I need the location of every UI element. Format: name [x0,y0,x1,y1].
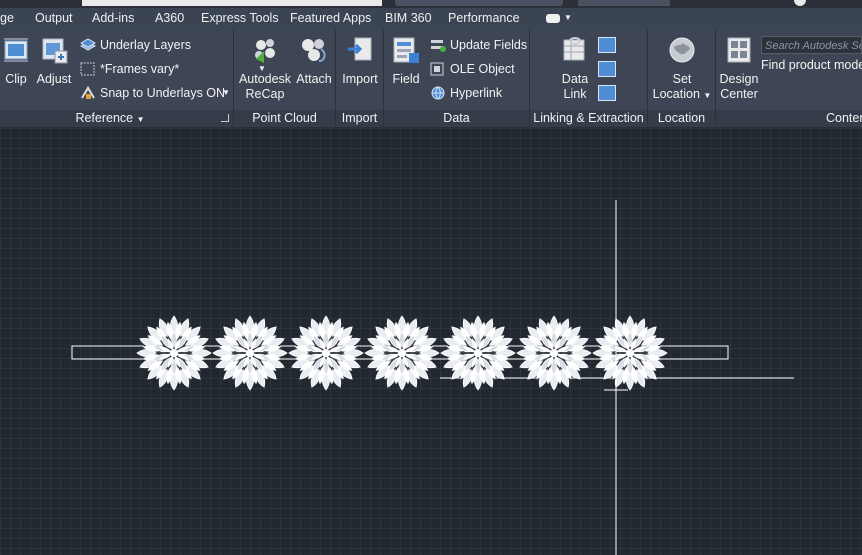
recap-label-line1: Autodesk [238,72,292,86]
tab-performance[interactable]: Performance [448,11,520,25]
tab-a360[interactable]: A360 [155,11,184,25]
data-link-label-line1: Data [561,72,589,86]
ole-object-icon [430,62,444,76]
field-label: Field [392,72,420,86]
recap-label-line2: ReCap [245,87,285,101]
ornament-center [398,349,406,357]
ribbon-minimize-toggle[interactable]: ▼ [546,13,572,25]
ornament-center [246,349,254,357]
field-icon [393,37,419,63]
chevron-down-icon: ▼ [564,13,572,22]
import-label: Import [342,72,378,86]
globe-icon [669,37,695,63]
design-center-icon [727,37,751,63]
clip-button[interactable]: Clip [0,35,32,87]
download-from-source-icon[interactable] [598,85,616,101]
chevron-down-icon: ▼ [703,91,712,100]
set-location-label-line2: Location [652,87,700,101]
lace-ornament[interactable] [364,315,440,391]
ornament-center [626,349,634,357]
attach-point-cloud-button[interactable]: Attach [295,35,333,87]
reference-panel-title[interactable]: Reference ▼ [0,110,220,127]
data-link-icon [563,37,585,61]
frames-vary-label: *Frames vary* [100,62,180,76]
clip-icon [4,38,28,62]
adjust-icon [42,38,68,64]
underlay-layers-label: Underlay Layers [100,38,192,52]
hyperlink-icon [431,86,445,100]
dialog-launcher-icon[interactable] [221,114,229,122]
ornament-center [170,349,178,357]
ornament-center [322,349,330,357]
import-panel-title: Import [341,111,378,125]
tab-featured-apps[interactable]: Featured Apps [290,11,371,25]
snap-to-underlays-label: Snap to Underlays ON [100,86,226,100]
tab-add-ins[interactable]: Add-ins [92,11,134,25]
design-center-label-line1: Design [719,72,759,86]
panel-toggle-icon [546,14,560,23]
lace-ornament[interactable] [136,315,212,391]
tab-output[interactable]: Output [35,11,73,25]
drawing-canvas[interactable] [0,128,862,555]
point-cloud-panel-title: Point Cloud [252,111,317,125]
design-center-label-line2: Center [720,87,758,101]
update-fields-icon [431,40,446,52]
update-fields-label: Update Fields [450,38,528,52]
upload-to-source-icon[interactable] [598,61,616,77]
content-panel-title: Content [826,111,862,125]
location-panel-title: Location [657,111,706,125]
hyperlink-label: Hyperlink [450,86,503,100]
attach-label: Attach [296,72,332,86]
chevron-down-icon: ▼ [222,88,230,97]
window-top-strip [0,0,862,8]
find-product-model-label: Find product model [761,58,862,72]
design-center-button[interactable]: Design Center [718,35,760,102]
data-panel-title: Data [443,111,470,125]
autodesk-seek-search-input[interactable]: Search Autodesk Seek [761,36,862,54]
tab-bim-360[interactable]: BIM 360 [385,11,432,25]
lace-ornament[interactable] [516,315,592,391]
adjust-label: Adjust [36,72,72,86]
adjust-button[interactable]: Adjust [34,35,74,87]
ornament-center [474,349,482,357]
ribbon-tab-bar: ge Output Add-ins A360 Express Tools Fea… [0,8,862,30]
panel-separator [715,30,716,127]
user-signin-strip [578,0,670,6]
lace-ornament[interactable] [212,315,288,391]
ornament-center [550,349,558,357]
import-button[interactable]: Import [338,35,382,87]
underlay-layers-icon [80,38,96,51]
tab-express-tools[interactable]: Express Tools [201,11,279,25]
lace-ornament[interactable] [288,315,364,391]
autodesk-recap-button[interactable]: Autodesk ReCap [236,35,294,102]
set-location-label-line1: Set [672,72,692,86]
file-tab-strip [82,0,382,6]
extract-data-icon[interactable] [598,37,616,53]
field-button[interactable]: Field [388,35,424,87]
set-location-button[interactable]: Set Location ▼ [652,35,712,103]
recap-icon [255,39,275,63]
drawing-svg [71,200,794,555]
attach-icon [302,39,326,62]
tab-manage[interactable]: ge [0,11,14,25]
lace-ornament[interactable] [592,315,668,391]
frame-icon [80,62,95,76]
data-link-label-line2: Link [563,87,587,101]
chevron-down-icon: ▼ [136,115,145,124]
ole-object-label: OLE Object [450,62,515,76]
help-icon[interactable] [794,0,806,6]
search-box-strip [395,0,563,6]
data-link-button[interactable]: Data Link [552,35,598,102]
import-icon [348,37,372,61]
clip-label: Clip [5,72,27,86]
linking-extraction-panel-title: Linking & Extraction [533,111,644,125]
snap-icon [81,86,95,99]
set-location-label-line2-row: Location ▼ [652,87,712,103]
ornament-group [136,315,668,391]
lace-ornament[interactable] [440,315,516,391]
